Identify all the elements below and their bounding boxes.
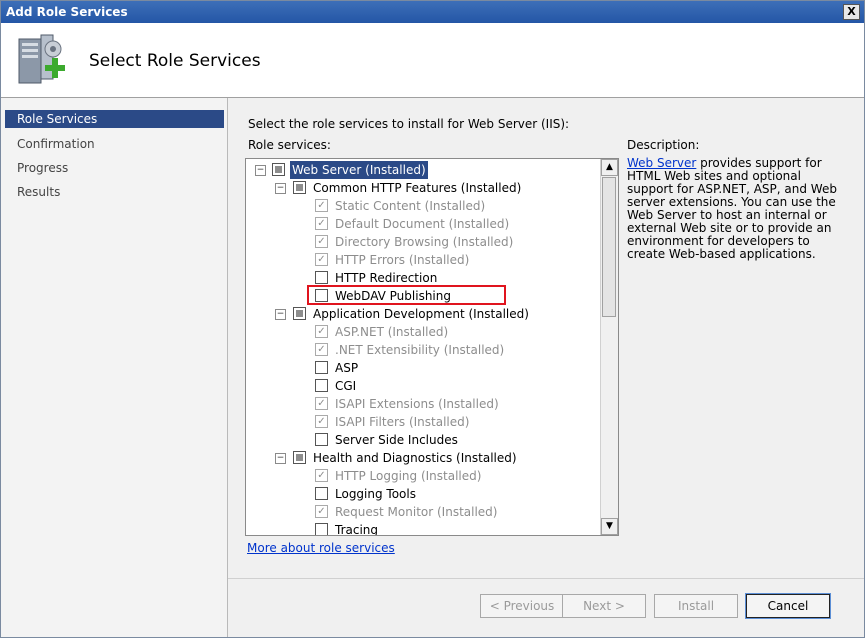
tree-item-label: ISAPI Filters (Installed)	[335, 415, 470, 429]
checkbox[interactable]	[293, 181, 306, 194]
scroll-up-arrow-icon[interactable]: ▲	[601, 159, 618, 176]
tree-item-asp-net[interactable]: ✓ ASP.NET (Installed)	[246, 323, 600, 341]
more-about-role-services-link[interactable]: More about role services	[247, 541, 395, 555]
tree-item-label: Application Development (Installed)	[313, 307, 529, 321]
tree-item-label: Request Monitor (Installed)	[335, 505, 498, 519]
checkbox[interactable]: ✓	[315, 343, 328, 356]
tree-item-label: Health and Diagnostics (Installed)	[313, 451, 517, 465]
collapse-icon[interactable]: −	[275, 183, 286, 194]
tree-item-label: HTTP Logging (Installed)	[335, 469, 482, 483]
tree-item-label: HTTP Errors (Installed)	[335, 253, 470, 267]
checkbox[interactable]: ✓	[315, 469, 328, 482]
page-title: Select Role Services	[89, 51, 261, 71]
tree-item-cgi[interactable]: CGI	[246, 377, 600, 395]
tree-item-label: Directory Browsing (Installed)	[335, 235, 514, 249]
tree-item-label: CGI	[335, 379, 357, 393]
tree-item-server-side-includes[interactable]: Server Side Includes	[246, 431, 600, 449]
collapse-icon[interactable]: −	[275, 453, 286, 464]
checkbox[interactable]	[315, 487, 328, 500]
next-button[interactable]: Next >	[562, 594, 646, 618]
title-bar: Add Role Services X	[1, 1, 864, 23]
role-services-tree[interactable]: − Web Server (Installed) − Common HTTP F…	[245, 158, 619, 536]
footer-divider	[228, 578, 864, 579]
tree-item-net-extensibility[interactable]: ✓ .NET Extensibility (Installed)	[246, 341, 600, 359]
tree-item-http-logging[interactable]: ✓ HTTP Logging (Installed)	[246, 467, 600, 485]
checkbox[interactable]	[293, 451, 306, 464]
checkbox[interactable]: ✓	[315, 505, 328, 518]
main-panel: Select the role services to install for …	[228, 98, 864, 637]
tree-item-tracing[interactable]: Tracing	[246, 521, 600, 536]
tree-scrollbar[interactable]: ▲ ▼	[600, 159, 618, 535]
checkbox[interactable]	[293, 307, 306, 320]
sidebar-item-confirmation[interactable]: Confirmation	[5, 135, 224, 153]
tree-item-isapi-filters[interactable]: ✓ ISAPI Filters (Installed)	[246, 413, 600, 431]
tree-item-label: Logging Tools	[335, 487, 416, 501]
checkbox[interactable]	[315, 379, 328, 392]
sidebar-item-progress[interactable]: Progress	[5, 159, 224, 177]
collapse-icon[interactable]: −	[275, 309, 286, 320]
sidebar-item-role-services[interactable]: Role Services	[5, 110, 224, 128]
window-title: Add Role Services	[6, 5, 128, 19]
scrollbar-thumb[interactable]	[602, 177, 616, 317]
scroll-down-arrow-icon[interactable]: ▼	[601, 518, 618, 535]
cancel-button[interactable]: Cancel	[745, 593, 831, 619]
tree-item-label: .NET Extensibility (Installed)	[335, 343, 505, 357]
checkbox[interactable]	[315, 271, 328, 284]
checkbox[interactable]: ✓	[315, 199, 328, 212]
tree-item-label: Server Side Includes	[335, 433, 458, 447]
tree-item-common-http[interactable]: − Common HTTP Features (Installed)	[246, 179, 600, 197]
tree-item-http-errors[interactable]: ✓ HTTP Errors (Installed)	[246, 251, 600, 269]
tree-item-label: ASP	[335, 361, 359, 375]
tree-item-label: Static Content (Installed)	[335, 199, 486, 213]
checkbox[interactable]: ✓	[315, 217, 328, 230]
instruction-text: Select the role services to install for …	[248, 117, 570, 131]
add-role-services-window: Add Role Services X Select Role Services…	[0, 0, 865, 638]
tree-item-label: ASP.NET (Installed)	[335, 325, 449, 339]
checkbox[interactable]: ✓	[315, 325, 328, 338]
install-button[interactable]: Install	[654, 594, 738, 618]
checkbox[interactable]	[315, 361, 328, 374]
tree-item-application-development[interactable]: − Application Development (Installed)	[246, 305, 600, 323]
server-add-icon	[18, 34, 65, 84]
description-title: Description:	[627, 138, 700, 152]
wizard-header: Select Role Services	[1, 23, 864, 98]
tree-item-logging-tools[interactable]: Logging Tools	[246, 485, 600, 503]
description-body: provides support for HTML Web sites and …	[627, 156, 837, 261]
tree-item-label: ISAPI Extensions (Installed)	[335, 397, 499, 411]
tree-item-health-diagnostics[interactable]: − Health and Diagnostics (Installed)	[246, 449, 600, 467]
tree-item-asp[interactable]: ASP	[246, 359, 600, 377]
previous-button[interactable]: < Previous	[480, 594, 564, 618]
web-server-link[interactable]: Web Server	[627, 156, 696, 170]
role-services-label: Role services:	[248, 138, 331, 152]
tree-item-default-document[interactable]: ✓ Default Document (Installed)	[246, 215, 600, 233]
checkbox[interactable]	[315, 433, 328, 446]
checkbox[interactable]: ✓	[315, 397, 328, 410]
description-text: Web Server provides support for HTML Web…	[627, 157, 839, 261]
checkbox[interactable]: ✓	[315, 235, 328, 248]
tree-item-label: Tracing	[335, 523, 379, 536]
collapse-icon[interactable]: −	[255, 165, 266, 176]
tree-item-label: Default Document (Installed)	[335, 217, 510, 231]
checkbox[interactable]	[272, 163, 285, 176]
wizard-sidebar: Role Services Confirmation Progress Resu…	[1, 98, 228, 637]
tree-item-web-server[interactable]: − Web Server (Installed)	[246, 161, 600, 179]
tree-item-static-content[interactable]: ✓ Static Content (Installed)	[246, 197, 600, 215]
checkbox[interactable]	[315, 523, 328, 535]
tree-item-label: Common HTTP Features (Installed)	[313, 181, 522, 195]
sidebar-item-results[interactable]: Results	[5, 183, 224, 201]
highlight-box	[307, 285, 506, 305]
checkbox[interactable]: ✓	[315, 253, 328, 266]
checkbox[interactable]: ✓	[315, 415, 328, 428]
tree-item-directory-browsing[interactable]: ✓ Directory Browsing (Installed)	[246, 233, 600, 251]
tree-item-isapi-extensions[interactable]: ✓ ISAPI Extensions (Installed)	[246, 395, 600, 413]
close-button[interactable]: X	[843, 4, 860, 20]
tree-item-label: Web Server (Installed)	[290, 161, 428, 179]
tree-item-request-monitor[interactable]: ✓ Request Monitor (Installed)	[246, 503, 600, 521]
